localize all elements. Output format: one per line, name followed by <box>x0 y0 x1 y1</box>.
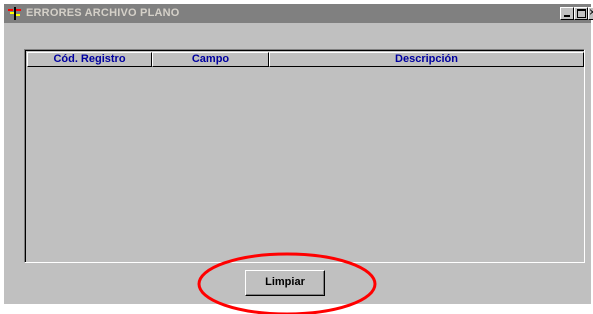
column-header-descripcion[interactable]: Descripción <box>269 52 584 67</box>
column-header-cod-registro[interactable]: Cód. Registro <box>27 52 152 67</box>
column-header-campo[interactable]: Campo <box>152 52 269 67</box>
minimize-icon[interactable] <box>560 7 574 20</box>
close-icon[interactable] <box>588 5 593 20</box>
window-title: ERRORES ARCHIVO PLANO <box>26 7 180 19</box>
maximize-icon[interactable] <box>574 7 588 20</box>
app-icon <box>8 7 21 20</box>
table-body[interactable]: Cód. Registro Campo Descripción <box>25 50 584 262</box>
errors-table[interactable]: Cód. Registro Campo Descripción <box>24 49 585 263</box>
clear-button[interactable]: Limpiar <box>245 270 325 296</box>
errors-window: ERRORES ARCHIVO PLANO Cód. Registro Camp… <box>4 4 593 304</box>
title-bar[interactable]: ERRORES ARCHIVO PLANO <box>4 4 593 23</box>
